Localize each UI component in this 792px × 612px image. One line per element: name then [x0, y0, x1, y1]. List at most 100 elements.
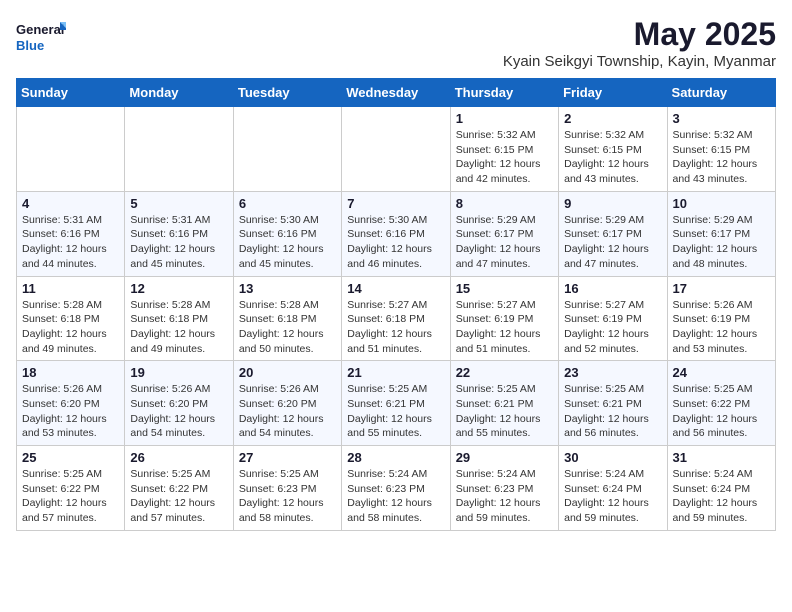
calendar-cell-week2-day6: 9Sunrise: 5:29 AMSunset: 6:17 PMDaylight…	[559, 191, 667, 276]
calendar-cell-week2-day7: 10 Sunrise: 5:29 AMSunset: 6:17 PMDayligh…	[667, 191, 775, 276]
day-info: Sunrise: 5:25 AMSunset: 6:22 PMDaylight:…	[130, 467, 227, 526]
calendar-cell-week3-day4: 14Sunrise: 5:27 AMSunset: 6:18 PMDayligh…	[342, 276, 450, 361]
day-info: Sunrise: 5:27 AMSunset: 6:19 PMDaylight:…	[564, 298, 661, 357]
day-number: 2	[564, 111, 661, 126]
calendar-cell-week1-day3	[233, 107, 341, 192]
calendar-cell-week2-day2: 5Sunrise: 5:31 AMSunset: 6:16 PMDaylight…	[125, 191, 233, 276]
day-number: 11	[22, 281, 119, 296]
day-info: Sunrise: 5:31 AMSunset: 6:16 PMDaylight:…	[22, 213, 119, 272]
day-number: 10	[673, 196, 770, 211]
calendar-cell-week3-day7: 17 Sunrise: 5:26 AMSunset: 6:19 PMDayligh…	[667, 276, 775, 361]
day-info: Sunrise: 5:31 AMSunset: 6:16 PMDaylight:…	[130, 213, 227, 272]
calendar-cell-week2-day3: 6Sunrise: 5:30 AMSunset: 6:16 PMDaylight…	[233, 191, 341, 276]
day-info: Sunrise: 5:24 AMSunset: 6:23 PMDaylight:…	[456, 467, 553, 526]
calendar-cell-week3-day2: 12 Sunrise: 5:28 AMSunset: 6:18 PMDayligh…	[125, 276, 233, 361]
calendar-cell-week2-day4: 7Sunrise: 5:30 AMSunset: 6:16 PMDaylight…	[342, 191, 450, 276]
calendar-cell-week4-day6: 23 Sunrise: 5:25 AMSunset: 6:21 PMDayligh…	[559, 361, 667, 446]
day-info: Sunrise: 5:26 AMSunset: 6:20 PMDaylight:…	[130, 382, 227, 441]
calendar-cell-week5-day5: 29 Sunrise: 5:24 AMSunset: 6:23 PMDayligh…	[450, 446, 558, 531]
day-number: 14	[347, 281, 444, 296]
day-info: Sunrise: 5:32 AMSunset: 6:15 PMDaylight:…	[456, 128, 553, 187]
day-number: 25	[22, 450, 119, 465]
calendar-cell-week2-day5: 8Sunrise: 5:29 AMSunset: 6:17 PMDaylight…	[450, 191, 558, 276]
calendar-cell-week1-day7: 3 Sunrise: 5:32 AMSunset: 6:15 PMDaylight…	[667, 107, 775, 192]
calendar-table: SundayMondayTuesdayWednesdayThursdayFrid…	[16, 78, 776, 531]
day-info: Sunrise: 5:30 AMSunset: 6:16 PMDaylight:…	[347, 213, 444, 272]
day-info: Sunrise: 5:28 AMSunset: 6:18 PMDaylight:…	[239, 298, 336, 357]
calendar-cell-week3-day3: 13 Sunrise: 5:28 AMSunset: 6:18 PMDayligh…	[233, 276, 341, 361]
month-year: May 2025	[503, 16, 776, 53]
day-number: 29	[456, 450, 553, 465]
day-number: 24	[673, 365, 770, 380]
calendar-cell-week5-day4: 28 Sunrise: 5:24 AMSunset: 6:23 PMDayligh…	[342, 446, 450, 531]
day-info: Sunrise: 5:26 AMSunset: 6:20 PMDaylight:…	[22, 382, 119, 441]
header-saturday: Saturday	[667, 79, 775, 107]
header-friday: Friday	[559, 79, 667, 107]
day-number: 3	[673, 111, 770, 126]
day-number: 19	[130, 365, 227, 380]
calendar-cell-week4-day7: 24 Sunrise: 5:25 AMSunset: 6:22 PMDayligh…	[667, 361, 775, 446]
day-number: 26	[130, 450, 227, 465]
day-number: 21	[347, 365, 444, 380]
calendar-cell-week3-day5: 15 Sunrise: 5:27 AMSunset: 6:19 PMDayligh…	[450, 276, 558, 361]
calendar-cell-week5-day2: 26 Sunrise: 5:25 AMSunset: 6:22 PMDayligh…	[125, 446, 233, 531]
day-info: Sunrise: 5:24 AMSunset: 6:24 PMDaylight:…	[564, 467, 661, 526]
day-info: Sunrise: 5:29 AMSunset: 6:17 PMDaylight:…	[673, 213, 770, 272]
day-number: 8	[456, 196, 553, 211]
title-block: May 2025 Kyain Seikgyi Township, Kayin, …	[503, 16, 776, 70]
day-number: 15	[456, 281, 553, 296]
day-info: Sunrise: 5:32 AMSunset: 6:15 PMDaylight:…	[564, 128, 661, 187]
svg-text:Blue: Blue	[16, 38, 44, 53]
logo: General Blue	[16, 16, 66, 60]
calendar-cell-week1-day4	[342, 107, 450, 192]
day-number: 31	[673, 450, 770, 465]
day-info: Sunrise: 5:24 AMSunset: 6:24 PMDaylight:…	[673, 467, 770, 526]
logo-svg: General Blue	[16, 16, 66, 60]
page-header: General Blue May 2025 Kyain Seikgyi Town…	[16, 16, 776, 70]
day-info: Sunrise: 5:25 AMSunset: 6:21 PMDaylight:…	[456, 382, 553, 441]
day-number: 13	[239, 281, 336, 296]
calendar-cell-week5-day1: 25Sunrise: 5:25 AMSunset: 6:22 PMDayligh…	[17, 446, 125, 531]
calendar-cell-week5-day6: 30 Sunrise: 5:24 AMSunset: 6:24 PMDayligh…	[559, 446, 667, 531]
calendar-cell-week2-day1: 4 Sunrise: 5:31 AMSunset: 6:16 PMDaylight…	[17, 191, 125, 276]
day-number: 17	[673, 281, 770, 296]
day-info: Sunrise: 5:25 AMSunset: 6:21 PMDaylight:…	[347, 382, 444, 441]
day-number: 28	[347, 450, 444, 465]
day-number: 27	[239, 450, 336, 465]
header-thursday: Thursday	[450, 79, 558, 107]
day-info: Sunrise: 5:26 AMSunset: 6:20 PMDaylight:…	[239, 382, 336, 441]
day-number: 22	[456, 365, 553, 380]
calendar-cell-week4-day4: 21 Sunrise: 5:25 AMSunset: 6:21 PMDayligh…	[342, 361, 450, 446]
calendar-cell-week3-day6: 16 Sunrise: 5:27 AMSunset: 6:19 PMDayligh…	[559, 276, 667, 361]
day-info: Sunrise: 5:26 AMSunset: 6:19 PMDaylight:…	[673, 298, 770, 357]
calendar-cell-week5-day7: 31 Sunrise: 5:24 AMSunset: 6:24 PMDayligh…	[667, 446, 775, 531]
calendar-cell-week1-day5: 1 Sunrise: 5:32 AMSunset: 6:15 PMDaylight…	[450, 107, 558, 192]
day-info: Sunrise: 5:25 AMSunset: 6:23 PMDaylight:…	[239, 467, 336, 526]
day-number: 4	[22, 196, 119, 211]
calendar-cell-week4-day2: 19 Sunrise: 5:26 AMSunset: 6:20 PMDayligh…	[125, 361, 233, 446]
day-info: Sunrise: 5:25 AMSunset: 6:22 PMDaylight:…	[673, 382, 770, 441]
day-info: Sunrise: 5:25 AMSunset: 6:21 PMDaylight:…	[564, 382, 661, 441]
calendar-cell-week1-day2	[125, 107, 233, 192]
day-info: Sunrise: 5:24 AMSunset: 6:23 PMDaylight:…	[347, 467, 444, 526]
day-info: Sunrise: 5:28 AMSunset: 6:18 PMDaylight:…	[130, 298, 227, 357]
header-sunday: Sunday	[17, 79, 125, 107]
calendar-cell-week3-day1: 11 Sunrise: 5:28 AMSunset: 6:18 PMDayligh…	[17, 276, 125, 361]
day-number: 23	[564, 365, 661, 380]
day-info: Sunrise: 5:28 AMSunset: 6:18 PMDaylight:…	[22, 298, 119, 357]
calendar-cell-week5-day3: 27 Sunrise: 5:25 AMSunset: 6:23 PMDayligh…	[233, 446, 341, 531]
day-info: Sunrise: 5:27 AMSunset: 6:19 PMDaylight:…	[456, 298, 553, 357]
day-number: 16	[564, 281, 661, 296]
header-tuesday: Tuesday	[233, 79, 341, 107]
day-number: 12	[130, 281, 227, 296]
svg-text:General: General	[16, 22, 64, 37]
day-number: 18	[22, 365, 119, 380]
calendar-cell-week4-day3: 20Sunrise: 5:26 AMSunset: 6:20 PMDayligh…	[233, 361, 341, 446]
day-number: 30	[564, 450, 661, 465]
day-info: Sunrise: 5:32 AMSunset: 6:15 PMDaylight:…	[673, 128, 770, 187]
location: Kyain Seikgyi Township, Kayin, Myanmar	[503, 53, 776, 70]
day-number: 1	[456, 111, 553, 126]
header-monday: Monday	[125, 79, 233, 107]
header-wednesday: Wednesday	[342, 79, 450, 107]
day-info: Sunrise: 5:29 AMSunset: 6:17 PMDaylight:…	[564, 213, 661, 272]
